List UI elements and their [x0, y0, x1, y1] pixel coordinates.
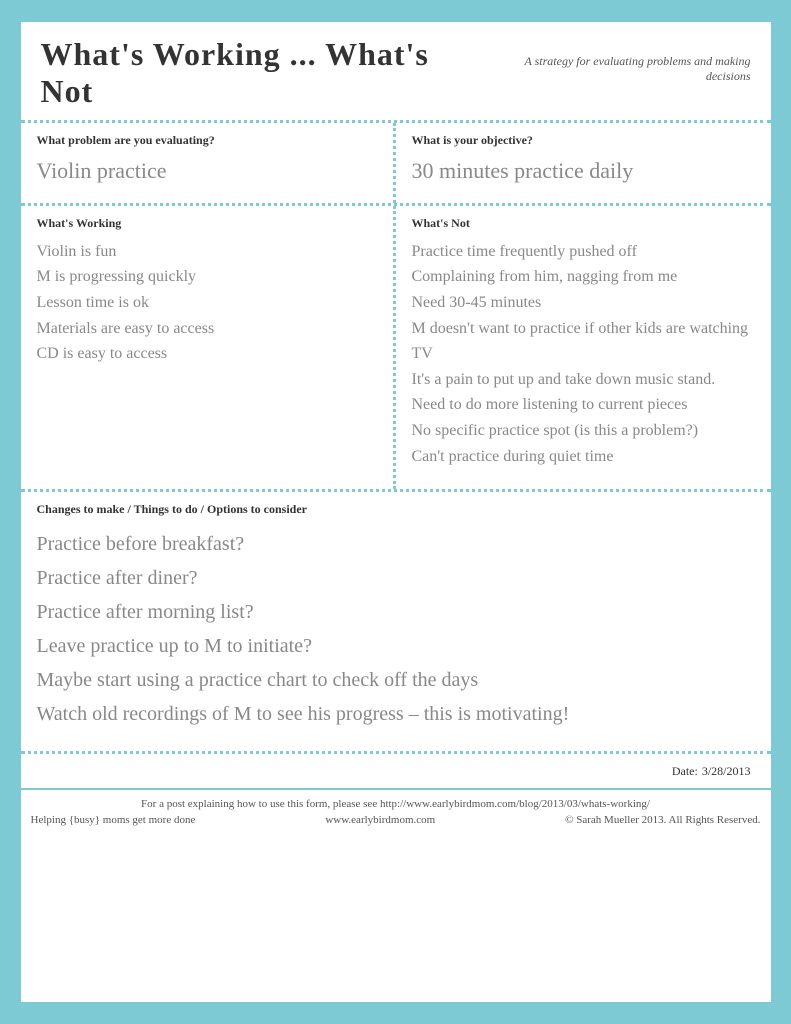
list-item: Need 30-45 minutes	[412, 290, 755, 316]
header: What's Working ... What's Not A strategy…	[21, 22, 771, 123]
list-item: Materials are easy to access	[37, 316, 377, 342]
not-column: What's Not Practice time frequently push…	[396, 206, 771, 489]
objective-label: What is your objective?	[412, 133, 755, 148]
list-item: Practice after morning list?	[37, 595, 755, 629]
footer-line1: For a post explaining how to use this fo…	[31, 798, 761, 810]
objective-value: 30 minutes practice daily	[412, 156, 755, 187]
list-item: M doesn't want to practice if other kids…	[412, 316, 755, 367]
working-not-section: What's Working Violin is fun M is progre…	[21, 206, 771, 492]
date-section: Date: 3/28/2013	[21, 754, 771, 790]
footer-left: Helping {busy} moms get more done	[31, 814, 196, 826]
list-item: Practice time frequently pushed off	[412, 239, 755, 265]
not-label: What's Not	[412, 216, 755, 231]
list-item: Maybe start using a practice chart to ch…	[37, 663, 755, 697]
footer-center: www.earlybirdmom.com	[325, 814, 435, 826]
list-item: Can't practice during quiet time	[412, 444, 755, 470]
list-item: No specific practice spot (is this a pro…	[412, 418, 755, 444]
list-item: Practice before breakfast?	[37, 527, 755, 561]
list-item: Leave practice up to M to initiate?	[37, 629, 755, 663]
subtitle: A strategy for evaluating problems and m…	[482, 54, 750, 84]
page: What's Working ... What's Not A strategy…	[21, 22, 771, 1002]
date-label: Date:	[672, 764, 698, 778]
changes-list: Practice before breakfast? Practice afte…	[37, 527, 755, 731]
list-item: CD is easy to access	[37, 341, 377, 367]
changes-section: Changes to make / Things to do / Options…	[21, 492, 771, 754]
list-item: Lesson time is ok	[37, 290, 377, 316]
main-title: What's Working ... What's Not	[41, 36, 483, 110]
footer: For a post explaining how to use this fo…	[21, 790, 771, 834]
footer-right: © Sarah Mueller 2013. All Rights Reserve…	[565, 814, 760, 826]
working-list: Violin is fun M is progressing quickly L…	[37, 239, 377, 367]
list-item: Need to do more listening to current pie…	[412, 392, 755, 418]
problem-label: What problem are you evaluating?	[37, 133, 377, 148]
working-label: What's Working	[37, 216, 377, 231]
problem-objective-section: What problem are you evaluating? Violin …	[21, 123, 771, 206]
list-item: Violin is fun	[37, 239, 377, 265]
list-item: Practice after diner?	[37, 561, 755, 595]
list-item: Watch old recordings of M to see his pro…	[37, 697, 755, 731]
date-value: 3/28/2013	[702, 764, 751, 778]
list-item: It's a pain to put up and take down musi…	[412, 367, 755, 393]
list-item: M is progressing quickly	[37, 264, 377, 290]
problem-value: Violin practice	[37, 156, 377, 187]
footer-line2: Helping {busy} moms get more done www.ea…	[31, 814, 761, 826]
objective-cell: What is your objective? 30 minutes pract…	[396, 123, 771, 203]
problem-cell: What problem are you evaluating? Violin …	[21, 123, 396, 203]
working-column: What's Working Violin is fun M is progre…	[21, 206, 396, 489]
list-item: Complaining from him, nagging from me	[412, 264, 755, 290]
changes-label: Changes to make / Things to do / Options…	[37, 502, 755, 517]
not-list: Practice time frequently pushed off Comp…	[412, 239, 755, 469]
